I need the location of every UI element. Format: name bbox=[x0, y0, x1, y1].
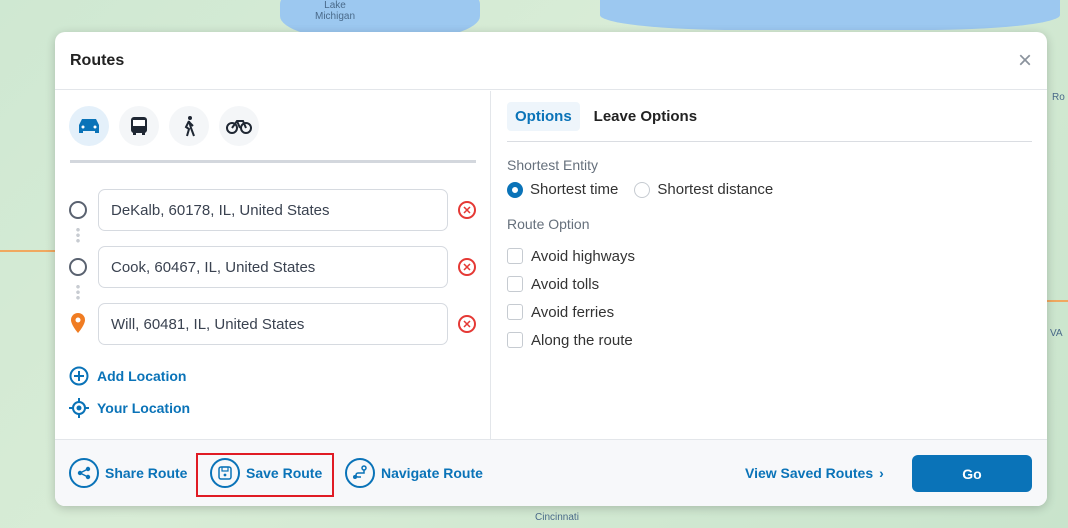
view-saved-routes-link[interactable]: View Saved Routes › bbox=[745, 457, 884, 489]
checkbox-avoid-highways[interactable]: Avoid highways bbox=[507, 242, 1032, 270]
lake bbox=[600, 0, 1060, 30]
remove-location-icon[interactable]: ✕ bbox=[458, 315, 476, 333]
your-location-label: Your Location bbox=[97, 400, 191, 416]
remove-location-icon[interactable]: ✕ bbox=[458, 258, 476, 276]
location-input-3[interactable] bbox=[98, 303, 448, 345]
mode-car-button[interactable] bbox=[69, 106, 109, 146]
divider bbox=[70, 160, 476, 163]
share-icon bbox=[69, 458, 99, 488]
radio-label: Shortest time bbox=[530, 181, 619, 198]
radio-checked[interactable] bbox=[507, 181, 523, 198]
close-icon[interactable]: × bbox=[1018, 47, 1032, 75]
circle-icon bbox=[69, 201, 87, 219]
walk-icon bbox=[184, 116, 195, 137]
car-icon bbox=[79, 119, 99, 133]
share-route-button[interactable]: Share Route bbox=[69, 457, 187, 489]
checkbox-label: Avoid ferries bbox=[531, 303, 615, 321]
save-route-label: Save Route bbox=[246, 465, 323, 481]
map-pin-icon bbox=[71, 313, 85, 333]
destination-marker bbox=[71, 313, 85, 333]
mode-walk-button[interactable] bbox=[169, 106, 209, 146]
origin-marker bbox=[69, 201, 87, 219]
navigate-route-icon bbox=[345, 458, 375, 488]
your-location-button[interactable]: Your Location bbox=[69, 398, 190, 418]
shortest-entity-group: Shortest time Shortest distance bbox=[507, 181, 1032, 198]
checkbox-label: Along the route bbox=[531, 331, 633, 349]
radio-label: Shortest distance bbox=[657, 181, 774, 198]
map-label: Lake Michigan bbox=[315, 0, 356, 22]
bus-icon bbox=[131, 117, 147, 135]
map-label: Cincinnati bbox=[535, 512, 579, 523]
checkbox-avoid-ferries[interactable]: Avoid ferries bbox=[507, 298, 1032, 326]
dialog-title: Routes bbox=[70, 51, 125, 69]
radio-shortest-time[interactable]: Shortest time bbox=[507, 181, 618, 198]
map-label: Ro bbox=[1052, 92, 1065, 103]
remove-location-icon[interactable]: ✕ bbox=[458, 201, 476, 219]
checkbox-avoid-tolls[interactable]: Avoid tolls bbox=[507, 270, 1032, 298]
checkbox-label: Avoid tolls bbox=[531, 275, 600, 293]
save-route-button[interactable]: Save Route bbox=[210, 457, 322, 489]
road bbox=[0, 250, 60, 252]
options-tabs: Options Leave Options bbox=[507, 91, 1032, 142]
add-location-label: Add Location bbox=[97, 368, 187, 384]
connector-dots bbox=[76, 227, 80, 243]
crosshair-icon bbox=[69, 398, 89, 418]
mode-bike-button[interactable] bbox=[219, 106, 259, 146]
mode-bus-button[interactable] bbox=[119, 106, 159, 146]
waypoint-marker bbox=[69, 258, 87, 276]
checkbox[interactable] bbox=[507, 276, 523, 292]
navigate-route-label: Navigate Route bbox=[381, 465, 483, 481]
navigate-route-button[interactable]: Navigate Route bbox=[345, 457, 483, 489]
checkbox[interactable] bbox=[507, 304, 523, 320]
checkbox[interactable] bbox=[507, 248, 523, 264]
locations-panel: ✕ ✕ ✕ Add Location Your Location bbox=[55, 91, 491, 439]
location-input-2[interactable] bbox=[98, 246, 448, 288]
share-route-label: Share Route bbox=[105, 465, 188, 481]
shortest-entity-label: Shortest Entity bbox=[507, 157, 599, 173]
route-option-label: Route Option bbox=[507, 216, 590, 232]
options-panel: Options Leave Options Shortest Entity Sh… bbox=[492, 91, 1047, 439]
radio-unchecked[interactable] bbox=[634, 181, 651, 198]
bike-icon bbox=[226, 120, 252, 134]
dialog-header: Routes × bbox=[55, 32, 1047, 90]
travel-modes bbox=[69, 106, 259, 146]
radio-shortest-distance[interactable]: Shortest distance bbox=[634, 181, 773, 198]
checkbox-along-route[interactable]: Along the route bbox=[507, 326, 1032, 354]
checkbox[interactable] bbox=[507, 332, 523, 348]
go-button[interactable]: Go bbox=[912, 455, 1032, 492]
save-icon bbox=[210, 458, 240, 488]
road bbox=[1047, 300, 1068, 302]
tab-leave-options[interactable]: Leave Options bbox=[586, 102, 705, 131]
view-saved-routes-label: View Saved Routes bbox=[745, 465, 874, 481]
plus-circle-icon bbox=[69, 366, 89, 386]
circle-icon bbox=[69, 258, 87, 276]
chevron-right-icon: › bbox=[879, 465, 884, 481]
add-location-button[interactable]: Add Location bbox=[69, 366, 186, 386]
map-label: VA bbox=[1050, 328, 1063, 339]
location-input-1[interactable] bbox=[98, 189, 448, 231]
connector-dots bbox=[76, 284, 80, 300]
routes-dialog: Routes × ✕ ✕ ✕ Add Location Your Locatio… bbox=[55, 32, 1047, 506]
tab-options[interactable]: Options bbox=[507, 101, 580, 131]
checkbox-label: Avoid highways bbox=[531, 247, 635, 265]
dialog-footer: Share Route Save Route Navigate Route Vi… bbox=[55, 439, 1047, 506]
